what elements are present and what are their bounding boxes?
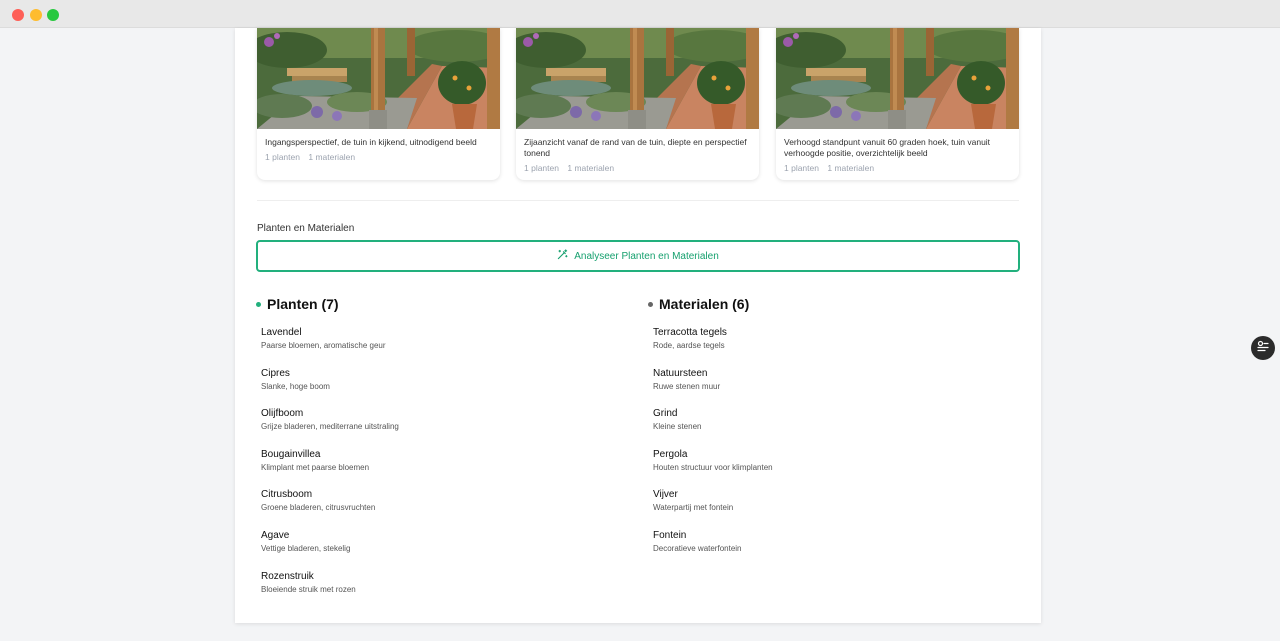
plant-description: Groene bladeren, citrusvruchten [261, 503, 376, 513]
card-title: Ingangsperspectief, de tuin in kijkend, … [265, 137, 477, 147]
plant-description: Grijze bladeren, mediterrane uitstraling [261, 422, 399, 432]
plant-count: 1 planten [524, 163, 559, 173]
plants-title: Planten (7) [267, 296, 339, 312]
card-meta: 1 planten 1 materialen [784, 163, 1011, 173]
material-description: Ruwe stenen muur [653, 381, 721, 391]
plants-bullet-icon [256, 301, 261, 307]
material-name: Vijver [653, 489, 678, 501]
plant-item: Bougainvillea Klimplant met paarse bloem… [261, 449, 399, 490]
material-item: Pergola Houten structuur voor klimplante… [653, 449, 773, 490]
material-count: 1 materialen [308, 152, 356, 162]
material-item: Terracotta tegels Rode, aardse tegels [653, 327, 773, 368]
section-label: Planten en Materialen [257, 223, 355, 234]
main-panel: Ingangsperspectief, de tuin in kijkend, … [235, 28, 1041, 623]
plant-description: Klimplant met paarse bloemen [261, 462, 370, 472]
material-description: Waterpartij met fontein [653, 503, 734, 513]
materials-column: Materialen (6) Terracotta tegels Rode, a… [648, 295, 773, 571]
analyze-button-label: Analyseer Planten en Materialen [574, 250, 719, 262]
plant-item: Olijfboom Grijze bladeren, mediterrane u… [261, 408, 399, 449]
plants-column: Planten (7) Lavendel Paarse bloemen, aro… [256, 295, 399, 611]
garden-photo [257, 28, 500, 129]
plant-description: Bloeiende struik met rozen [261, 584, 356, 594]
material-count: 1 materialen [567, 163, 615, 173]
material-description: Decoratieve waterfontein [653, 543, 742, 553]
material-name: Grind [653, 408, 678, 420]
maximize-window-button[interactable] [47, 9, 59, 21]
materials-list: Terracotta tegels Rode, aardse tegels Na… [648, 327, 773, 571]
close-window-button[interactable] [12, 9, 24, 21]
material-item: Fontein Decoratieve waterfontein [653, 530, 773, 571]
material-description: Rode, aardse tegels [653, 341, 725, 350]
plant-name: Bougainvillea [261, 448, 321, 460]
material-name: Fontein [653, 529, 687, 541]
plant-name: Cipres [261, 367, 290, 379]
plant-name: Olijfboom [261, 408, 304, 420]
material-description: Kleine stenen [653, 422, 702, 432]
perspective-card[interactable]: Zijaanzicht vanaf de rand van de tuin, d… [516, 28, 759, 180]
materials-header: Materialen (6) [648, 295, 773, 313]
plant-name: Lavendel [261, 327, 302, 338]
materials-title: Materialen (6) [659, 296, 750, 312]
plant-name: Citrusboom [261, 489, 313, 501]
material-name: Natuursteen [653, 367, 708, 379]
materials-bullet-icon [648, 301, 653, 307]
material-description: Houten structuur voor klimplanten [653, 462, 773, 472]
plants-header: Planten (7) [256, 295, 399, 313]
plant-item: Agave Vettige bladeren, stekelig [261, 530, 399, 571]
analyze-plants-materials-button[interactable]: Analyseer Planten en Materialen [256, 240, 1020, 272]
plant-name: Rozenstruik [261, 570, 314, 582]
material-item: Natuursteen Ruwe stenen muur [653, 368, 773, 409]
material-count: 1 materialen [827, 163, 875, 173]
list-filter-button[interactable] [1251, 336, 1275, 360]
plant-name: Agave [261, 529, 290, 541]
list-filter-icon [1257, 339, 1269, 357]
plant-item: Cipres Slanke, hoge boom [261, 368, 399, 409]
garden-photo [516, 28, 759, 129]
perspective-card[interactable]: Ingangsperspectief, de tuin in kijkend, … [257, 28, 500, 180]
plant-count: 1 planten [784, 163, 819, 173]
material-name: Terracotta tegels [653, 327, 727, 338]
card-title: Verhoogd standpunt vanuit 60 graden hoek… [784, 137, 991, 158]
window-titlebar [0, 0, 1280, 28]
card-meta: 1 planten 1 materialen [524, 163, 751, 173]
plant-item: Rozenstruik Bloeiende struik met rozen [261, 571, 399, 612]
card-title: Zijaanzicht vanaf de rand van de tuin, d… [524, 137, 747, 158]
material-item: Vijver Waterpartij met fontein [653, 489, 773, 530]
plant-description: Paarse bloemen, aromatische geur [261, 341, 386, 350]
material-name: Pergola [653, 448, 688, 460]
plants-list: Lavendel Paarse bloemen, aromatische geu… [256, 327, 399, 611]
perspective-card[interactable]: Verhoogd standpunt vanuit 60 graden hoek… [776, 28, 1019, 180]
minimize-window-button[interactable] [30, 9, 42, 21]
material-item: Grind Kleine stenen [653, 408, 773, 449]
plant-item: Citrusboom Groene bladeren, citrusvrucht… [261, 489, 399, 530]
garden-photo [776, 28, 1019, 129]
plant-description: Slanke, hoge boom [261, 381, 330, 391]
card-meta: 1 planten 1 materialen [265, 152, 492, 162]
magic-wand-icon [557, 249, 568, 263]
plant-count: 1 planten [265, 152, 300, 162]
plant-description: Vettige bladeren, stekelig [261, 543, 351, 553]
plant-item: Lavendel Paarse bloemen, aromatische geu… [261, 327, 399, 368]
section-divider [257, 200, 1019, 201]
